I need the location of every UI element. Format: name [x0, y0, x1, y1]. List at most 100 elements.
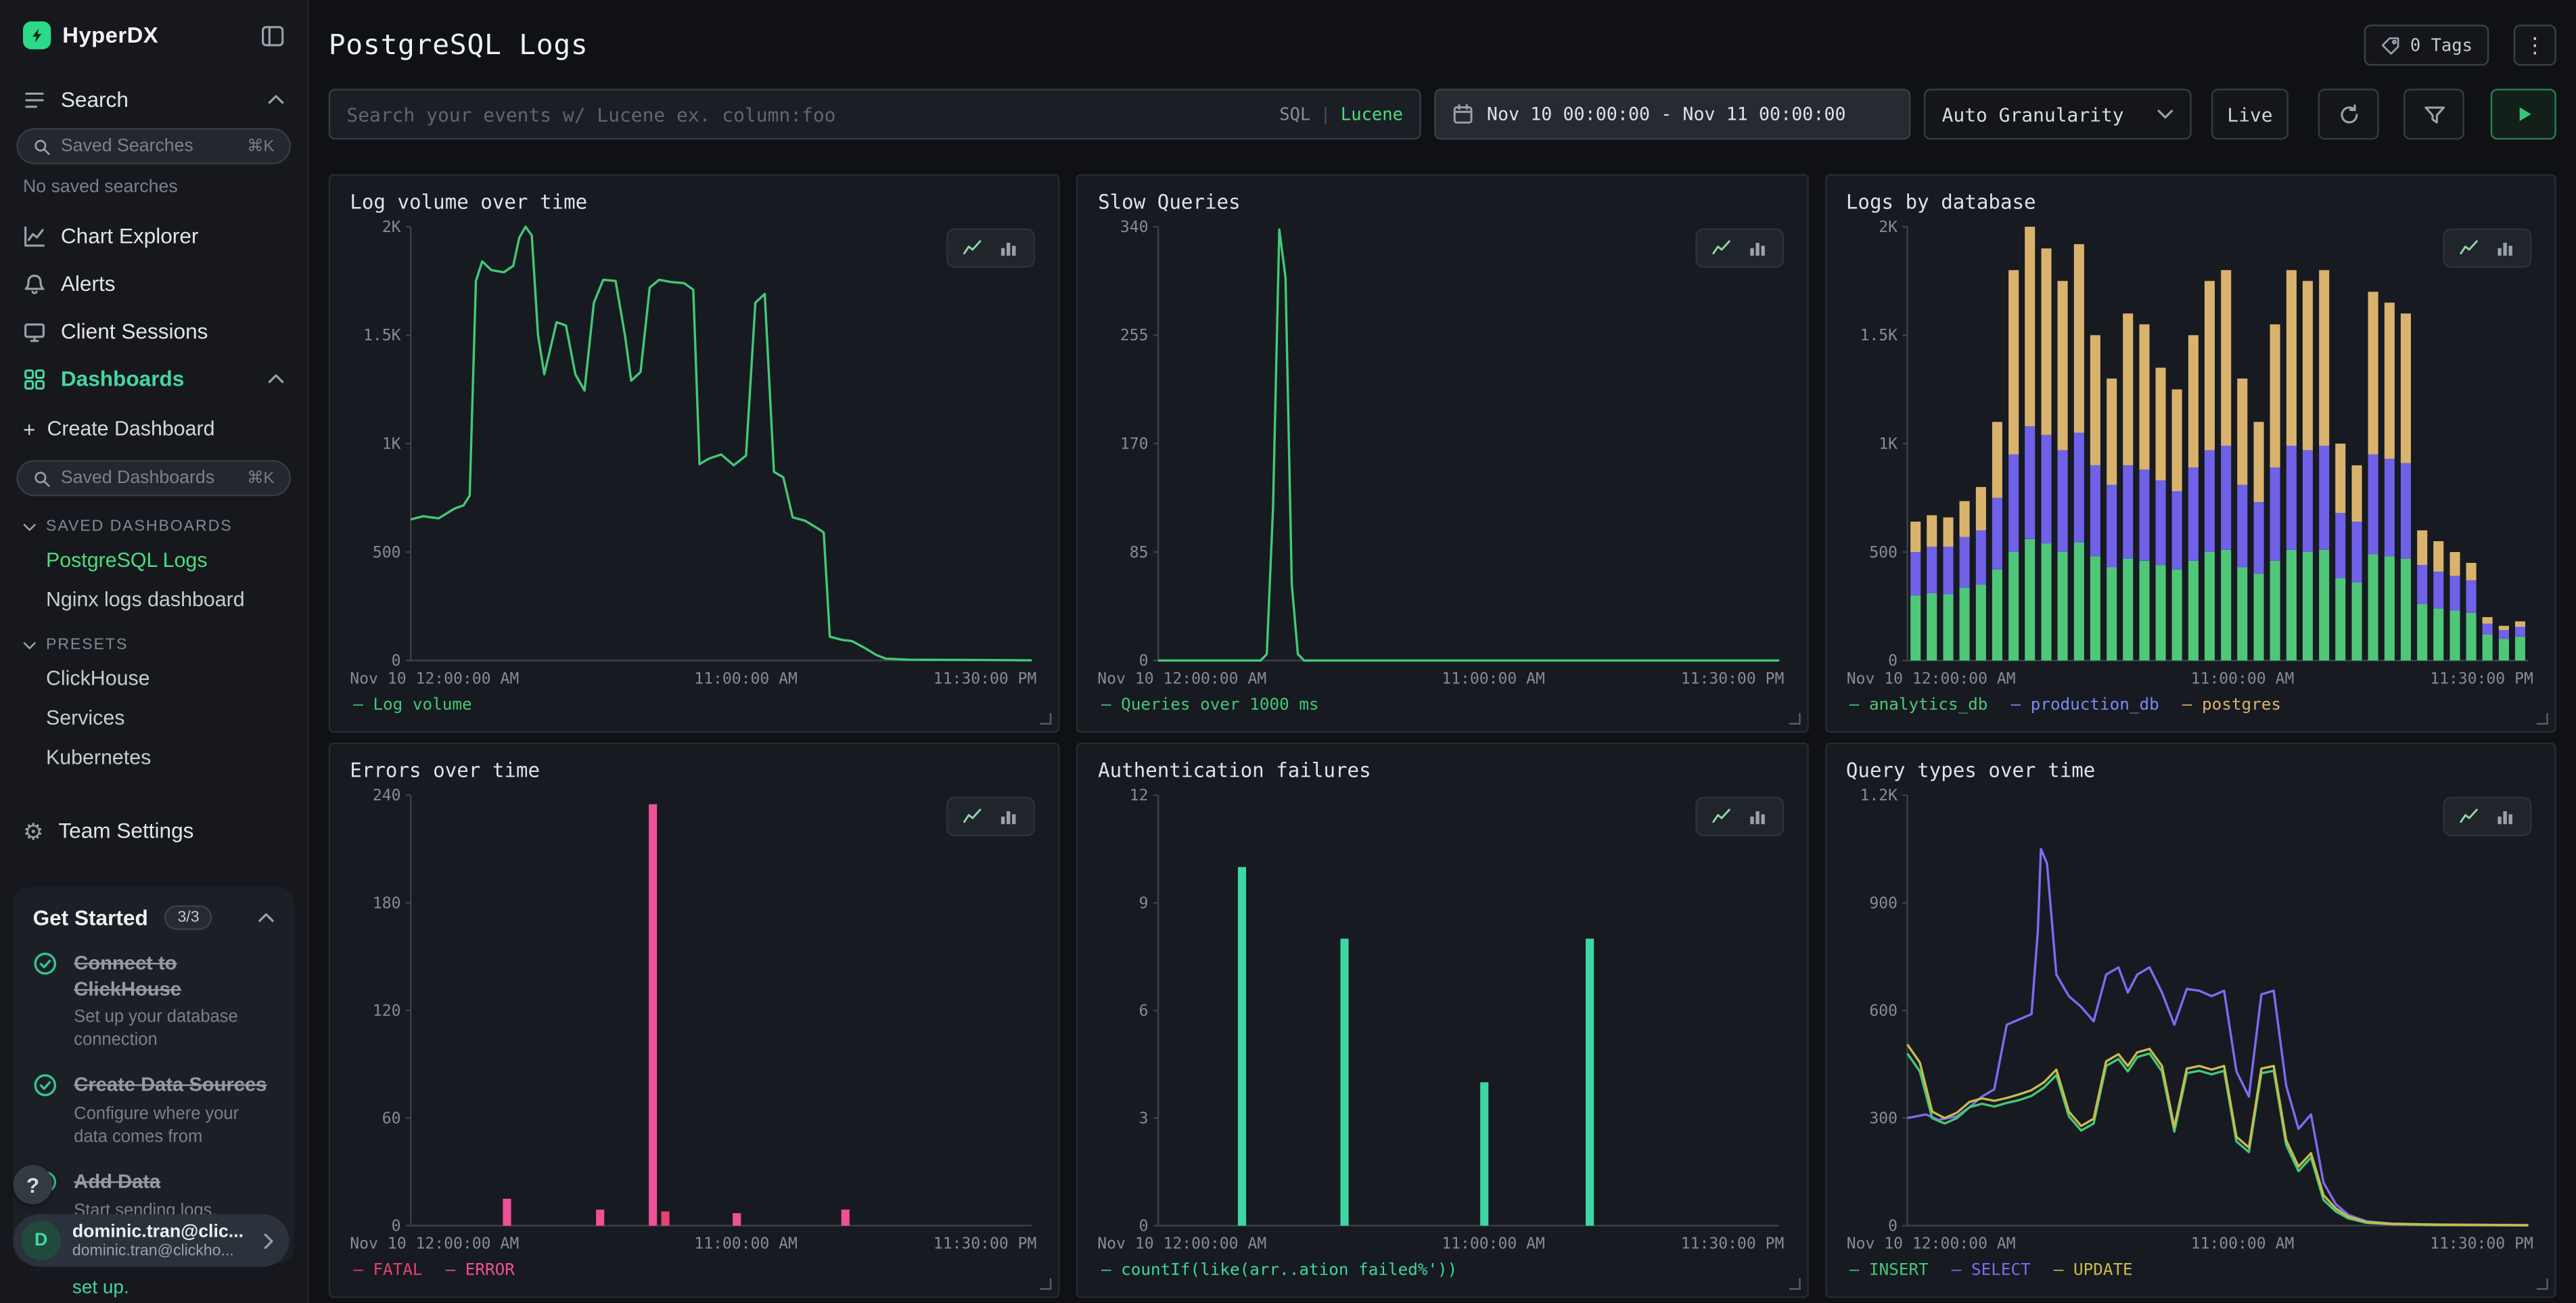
granularity-select[interactable]: Auto Granularity — [1924, 89, 2192, 139]
presets-section-header[interactable]: PRESETS — [0, 620, 307, 659]
resize-handle-icon[interactable] — [1789, 1278, 1800, 1289]
legend-item[interactable]: — INSERT — [1849, 1261, 1929, 1279]
sidebar-item-kubernetes[interactable]: Kubernetes — [0, 737, 307, 777]
collapse-sidebar-button[interactable] — [261, 24, 284, 47]
get-started-item-title: Create Data Sources — [74, 1074, 274, 1099]
legend-item[interactable]: — FATAL — [353, 1261, 422, 1279]
sidebar-item-nginx-logs-dashboard[interactable]: Nginx logs dashboard — [0, 580, 307, 619]
query-language-toggle[interactable]: SQL | Lucene — [1279, 104, 1403, 124]
setup-link[interactable]: set up. — [72, 1278, 129, 1298]
svg-text:1K: 1K — [382, 435, 401, 453]
refresh-button[interactable] — [2318, 89, 2379, 139]
legend-item[interactable]: — SELECT — [1952, 1261, 2031, 1279]
resize-handle-icon[interactable] — [2537, 713, 2548, 725]
line-chart-icon[interactable] — [959, 235, 988, 261]
sidebar-item-alerts[interactable]: Alerts — [0, 260, 307, 307]
lucene-toggle[interactable]: Lucene — [1341, 104, 1403, 124]
chart-canvas[interactable]: 036912Nov 10 12:00:00 AM11:00:00 AM11:30… — [1098, 785, 1787, 1254]
svg-text:11:30:00 PM: 11:30:00 PM — [2429, 670, 2533, 687]
svg-text:0: 0 — [392, 652, 401, 670]
saved-dashboards-input[interactable]: ⌘K — [16, 460, 291, 496]
sidebar-item-client-sessions[interactable]: Client Sessions — [0, 307, 307, 355]
bar-chart-icon[interactable] — [994, 235, 1024, 261]
bar-chart-icon[interactable] — [2491, 235, 2521, 261]
sidebar-item-dashboards[interactable]: Dashboards — [0, 355, 307, 403]
legend-item[interactable]: — ERROR — [446, 1261, 515, 1279]
svg-text:1.5K: 1.5K — [1860, 327, 1898, 344]
bar-chart-icon[interactable] — [994, 804, 1024, 830]
get-started-item-title: Connect to ClickHouse — [74, 951, 274, 1003]
chart-canvas[interactable]: 05001K1.5K2KNov 10 12:00:00 AM11:00:00 A… — [1846, 217, 2535, 689]
run-query-button[interactable] — [2491, 89, 2556, 139]
resize-handle-icon[interactable] — [1040, 1278, 1052, 1289]
legend-item[interactable]: — Queries over 1000 ms — [1101, 695, 1319, 714]
sidebar-item-team-settings[interactable]: ⚙ Team Settings — [0, 806, 307, 854]
sidebar-item-clickhouse[interactable]: ClickHouse — [0, 659, 307, 698]
panel-title: Log volume over time — [350, 191, 1038, 214]
sidebar-item-chart-explorer[interactable]: Chart Explorer — [0, 212, 307, 259]
create-dashboard-button[interactable]: + Create Dashboard — [0, 403, 307, 455]
get-started-item-sources[interactable]: Create Data Sources Configure where your… — [33, 1074, 275, 1149]
help-button[interactable]: ? — [13, 1165, 52, 1204]
more-options-button[interactable]: ⋮ — [2514, 24, 2556, 66]
question-mark-icon: ? — [26, 1172, 39, 1197]
panel-query-types: Query types over time 03006009001.2KNov … — [1824, 743, 2556, 1298]
sidebar-item-postgresql-logs[interactable]: PostgreSQL Logs — [0, 541, 307, 580]
chart-legend: — Queries over 1000 ms — [1098, 691, 1787, 718]
chevron-right-icon — [263, 1231, 275, 1250]
get-started-item-connect[interactable]: Connect to ClickHouse Set up your databa… — [33, 951, 275, 1052]
brand-name: HyperDX — [62, 23, 158, 47]
search-input[interactable] — [346, 103, 1266, 126]
resize-handle-icon[interactable] — [2537, 1278, 2548, 1289]
bar-chart-icon[interactable] — [1743, 804, 1772, 830]
line-chart-icon[interactable] — [959, 804, 988, 830]
line-chart-icon[interactable] — [2454, 804, 2484, 830]
resize-handle-icon[interactable] — [1789, 713, 1800, 725]
plus-icon: + — [23, 418, 35, 440]
check-circle-icon — [33, 951, 58, 976]
resize-handle-icon[interactable] — [1040, 713, 1052, 725]
saved-searches-input[interactable]: ⌘K — [16, 128, 291, 164]
filter-button[interactable] — [2404, 89, 2464, 139]
get-started-item-desc: Configure where your data comes from — [74, 1104, 274, 1149]
cmd-k-shortcut: ⌘K — [247, 469, 274, 487]
svg-text:Nov 10 12:00:00 AM: Nov 10 12:00:00 AM — [350, 670, 519, 687]
chart-canvas[interactable]: 085170255340Nov 10 12:00:00 AM11:00:00 A… — [1098, 217, 1787, 689]
sql-toggle[interactable]: SQL — [1279, 104, 1310, 124]
legend-item[interactable]: — production_db — [2010, 695, 2159, 714]
search-icon — [33, 137, 51, 156]
main-header: PostgreSQL Logs 0 Tags ⋮ — [329, 22, 2556, 69]
legend-item[interactable]: — analytics_db — [1849, 695, 1988, 714]
svg-text:170: 170 — [1121, 435, 1149, 453]
sidebar-item-search[interactable]: Search — [0, 76, 307, 123]
user-menu[interactable]: D dominic.tran@clic... dominic.tran@clic… — [13, 1214, 289, 1267]
chart-canvas[interactable]: 03006009001.2KNov 10 12:00:00 AM11:00:00… — [1846, 785, 2535, 1254]
tags-button[interactable]: 0 Tags — [2364, 24, 2489, 66]
time-range-value: Nov 10 00:00:00 - Nov 11 00:00:00 — [1487, 104, 1846, 125]
saved-dashboards-section-header[interactable]: SAVED DASHBOARDS — [0, 501, 307, 541]
line-chart-icon[interactable] — [1706, 235, 1736, 261]
saved-dashboards-field[interactable] — [61, 468, 237, 488]
legend-item[interactable]: — postgres — [2182, 695, 2281, 714]
bar-chart-icon[interactable] — [2491, 804, 2521, 830]
chart-canvas[interactable]: 060120180240Nov 10 12:00:00 AM11:00:00 A… — [350, 785, 1038, 1254]
panel-toolbar — [2443, 797, 2531, 836]
play-icon — [2512, 104, 2534, 125]
live-button[interactable]: Live — [2211, 89, 2288, 139]
event-search-box[interactable]: SQL | Lucene — [329, 89, 1421, 139]
chart-canvas[interactable]: 05001K1.5K2KNov 10 12:00:00 AM11:00:00 A… — [350, 217, 1038, 689]
legend-item[interactable]: — Log volume — [353, 695, 472, 714]
chevron-up-icon — [258, 912, 274, 923]
legend-item[interactable]: — countIf(like(arr..ation failed%')) — [1101, 1261, 1457, 1279]
saved-searches-field[interactable] — [61, 137, 237, 156]
chevron-up-icon — [268, 93, 284, 105]
line-chart-icon[interactable] — [1706, 804, 1736, 830]
get-started-header[interactable]: Get Started 3/3 — [33, 905, 275, 930]
legend-item[interactable]: — UPDATE — [2054, 1261, 2133, 1279]
bar-chart-icon[interactable] — [1743, 235, 1772, 261]
svg-text:180: 180 — [373, 894, 401, 912]
sidebar-item-services[interactable]: Services — [0, 698, 307, 737]
sidebar-item-label: Chart Explorer — [61, 223, 199, 248]
time-range-picker[interactable]: Nov 10 00:00:00 - Nov 11 00:00:00 — [1434, 89, 1910, 139]
line-chart-icon[interactable] — [2454, 235, 2484, 261]
